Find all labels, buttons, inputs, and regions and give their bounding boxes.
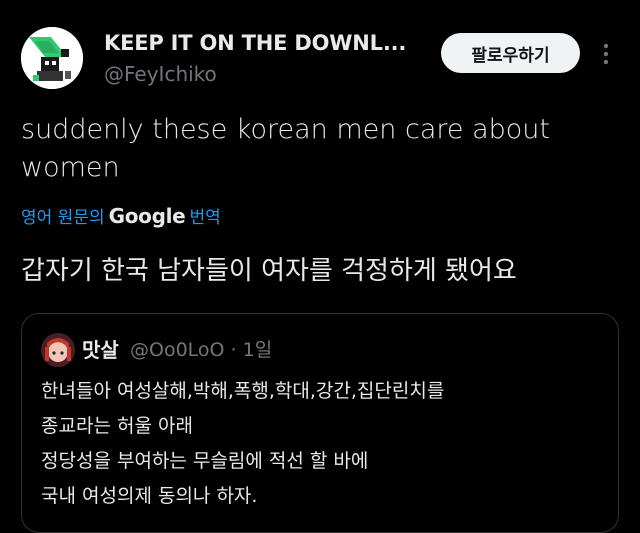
tweet-header: KEEP IT ON THE DOWNL... @FeyIchiko 팔로우하기 bbox=[0, 0, 640, 100]
quote-author-name: 맛살 bbox=[82, 338, 119, 362]
more-vertical-icon[interactable] bbox=[594, 40, 618, 68]
quote-tweet-card[interactable]: 맛살 @Oo0LoO · 1일 한녀들아 여성살해,박해,폭행,학대,강간,집단… bbox=[21, 313, 619, 533]
translate-prefix: 영어 원문의 bbox=[21, 208, 105, 228]
anime-avatar-icon bbox=[41, 333, 75, 367]
quote-line: 국내 여성의제 동의나 하자. bbox=[41, 485, 258, 507]
follow-button[interactable]: 팔로우하기 bbox=[441, 33, 580, 73]
quote-author-avatar bbox=[41, 333, 75, 367]
author-avatar[interactable] bbox=[21, 27, 83, 89]
quote-line: 정당성을 부여하는 무슬림에 적선 할 바에 bbox=[41, 450, 369, 472]
pixel-art-avatar-icon bbox=[21, 27, 83, 89]
tweet-text: suddenly these korean men care about wom… bbox=[21, 114, 550, 183]
translate-link[interactable]: 영어 원문의 Google 번역 bbox=[21, 203, 221, 229]
translated-text: 갑자기 한국 남자들이 여자를 걱정하게 됐어요 bbox=[21, 256, 517, 286]
quote-line: 한녀들아 여성살해,박해,폭행,학대,강간,집단린치를 bbox=[41, 380, 445, 402]
author-display-name[interactable]: KEEP IT ON THE DOWNL... bbox=[104, 31, 406, 55]
google-brand: Google bbox=[108, 203, 186, 228]
author-handle[interactable]: @FeyIchiko bbox=[104, 62, 217, 86]
quote-author-handle-time: @Oo0LoO · 1일 bbox=[130, 339, 273, 361]
quote-line: 종교라는 허울 아래 bbox=[41, 415, 193, 437]
quote-text: 한녀들아 여성살해,박해,폭행,학대,강간,집단린치를 종교라는 허울 아래 정… bbox=[41, 374, 611, 514]
translate-suffix: 번역 bbox=[189, 208, 221, 228]
